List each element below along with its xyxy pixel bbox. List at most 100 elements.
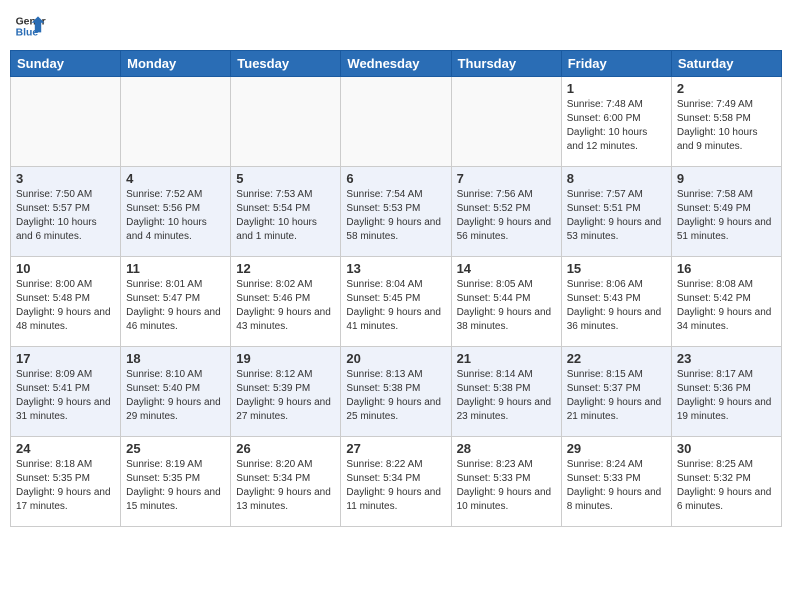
day-info: Sunrise: 8:13 AM Sunset: 5:38 PM Dayligh… [346, 368, 445, 424]
calendar-cell: 21 Sunrise: 8:14 AM Sunset: 5:38 PM Dayli… [451, 347, 561, 437]
day-number: 12 [236, 261, 335, 276]
calendar-cell: 18 Sunrise: 8:10 AM Sunset: 5:40 PM Dayli… [121, 347, 231, 437]
day-number: 13 [346, 261, 445, 276]
day-info: Sunrise: 8:24 AM Sunset: 5:33 PM Dayligh… [567, 458, 666, 514]
day-info: Sunrise: 7:52 AM Sunset: 5:56 PM Dayligh… [126, 188, 225, 244]
calendar-cell: 24 Sunrise: 8:18 AM Sunset: 5:35 PM Dayli… [11, 437, 121, 527]
calendar-cell [451, 77, 561, 167]
week-row-2: 10 Sunrise: 8:00 AM Sunset: 5:48 PM Dayli… [11, 257, 782, 347]
day-number: 8 [567, 171, 666, 186]
calendar-cell: 9 Sunrise: 7:58 AM Sunset: 5:49 PM Daylig… [671, 167, 781, 257]
day-info: Sunrise: 8:18 AM Sunset: 5:35 PM Dayligh… [16, 458, 115, 514]
logo: General Blue [14, 10, 46, 42]
calendar-cell: 14 Sunrise: 8:05 AM Sunset: 5:44 PM Dayli… [451, 257, 561, 347]
calendar-cell: 8Sunrise: 7:57 AM Sunset: 5:51 PM Daylig… [561, 167, 671, 257]
day-info: Sunrise: 8:09 AM Sunset: 5:41 PM Dayligh… [16, 368, 115, 424]
calendar-cell [341, 77, 451, 167]
day-number: 27 [346, 441, 445, 456]
day-number: 10 [16, 261, 115, 276]
day-info: Sunrise: 8:00 AM Sunset: 5:48 PM Dayligh… [16, 278, 115, 334]
day-info: Sunrise: 8:17 AM Sunset: 5:36 PM Dayligh… [677, 368, 776, 424]
day-number: 16 [677, 261, 776, 276]
day-info: Sunrise: 8:23 AM Sunset: 5:33 PM Dayligh… [457, 458, 556, 514]
calendar-cell: 13 Sunrise: 8:04 AM Sunset: 5:45 PM Dayli… [341, 257, 451, 347]
day-number: 14 [457, 261, 556, 276]
day-info: Sunrise: 8:12 AM Sunset: 5:39 PM Dayligh… [236, 368, 335, 424]
day-info: Sunrise: 8:20 AM Sunset: 5:34 PM Dayligh… [236, 458, 335, 514]
calendar-cell: 25Sunrise: 8:19 AM Sunset: 5:35 PM Dayli… [121, 437, 231, 527]
week-row-0: 1 Sunrise: 7:48 AM Sunset: 6:00 PM Daylig… [11, 77, 782, 167]
week-row-4: 24 Sunrise: 8:18 AM Sunset: 5:35 PM Dayli… [11, 437, 782, 527]
day-info: Sunrise: 7:48 AM Sunset: 6:00 PM Dayligh… [567, 98, 666, 154]
calendar-table: SundayMondayTuesdayWednesdayThursdayFrid… [10, 50, 782, 527]
day-info: Sunrise: 7:56 AM Sunset: 5:52 PM Dayligh… [457, 188, 556, 244]
calendar-cell: 29 Sunrise: 8:24 AM Sunset: 5:33 PM Dayli… [561, 437, 671, 527]
calendar-cell: 5 Sunrise: 7:53 AM Sunset: 5:54 PM Daylig… [231, 167, 341, 257]
day-info: Sunrise: 8:02 AM Sunset: 5:46 PM Dayligh… [236, 278, 335, 334]
weekday-header-thursday: Thursday [451, 51, 561, 77]
calendar-cell: 27 Sunrise: 8:22 AM Sunset: 5:34 PM Dayli… [341, 437, 451, 527]
day-info: Sunrise: 8:01 AM Sunset: 5:47 PM Dayligh… [126, 278, 225, 334]
day-number: 6 [346, 171, 445, 186]
day-number: 25 [126, 441, 225, 456]
weekday-header-tuesday: Tuesday [231, 51, 341, 77]
day-number: 5 [236, 171, 335, 186]
calendar-cell: 23 Sunrise: 8:17 AM Sunset: 5:36 PM Dayli… [671, 347, 781, 437]
day-info: Sunrise: 8:08 AM Sunset: 5:42 PM Dayligh… [677, 278, 776, 334]
calendar-cell: 10 Sunrise: 8:00 AM Sunset: 5:48 PM Dayli… [11, 257, 121, 347]
day-number: 23 [677, 351, 776, 366]
calendar-cell [11, 77, 121, 167]
calendar-cell: 6 Sunrise: 7:54 AM Sunset: 5:53 PM Daylig… [341, 167, 451, 257]
calendar-cell: 3 Sunrise: 7:50 AM Sunset: 5:57 PM Daylig… [11, 167, 121, 257]
day-info: Sunrise: 7:53 AM Sunset: 5:54 PM Dayligh… [236, 188, 335, 244]
calendar-cell: 17 Sunrise: 8:09 AM Sunset: 5:41 PM Dayli… [11, 347, 121, 437]
day-info: Sunrise: 8:14 AM Sunset: 5:38 PM Dayligh… [457, 368, 556, 424]
logo-icon: General Blue [14, 10, 46, 42]
day-number: 18 [126, 351, 225, 366]
day-info: Sunrise: 7:58 AM Sunset: 5:49 PM Dayligh… [677, 188, 776, 244]
calendar-cell: 22Sunrise: 8:15 AM Sunset: 5:37 PM Dayli… [561, 347, 671, 437]
day-number: 24 [16, 441, 115, 456]
weekday-header-friday: Friday [561, 51, 671, 77]
weekday-header-wednesday: Wednesday [341, 51, 451, 77]
calendar-cell: 7 Sunrise: 7:56 AM Sunset: 5:52 PM Daylig… [451, 167, 561, 257]
day-number: 15 [567, 261, 666, 276]
week-row-3: 17 Sunrise: 8:09 AM Sunset: 5:41 PM Dayli… [11, 347, 782, 437]
day-number: 29 [567, 441, 666, 456]
day-number: 9 [677, 171, 776, 186]
day-info: Sunrise: 8:10 AM Sunset: 5:40 PM Dayligh… [126, 368, 225, 424]
day-number: 2 [677, 81, 776, 96]
day-number: 7 [457, 171, 556, 186]
calendar-cell: 1 Sunrise: 7:48 AM Sunset: 6:00 PM Daylig… [561, 77, 671, 167]
calendar-cell: 19 Sunrise: 8:12 AM Sunset: 5:39 PM Dayli… [231, 347, 341, 437]
day-info: Sunrise: 8:22 AM Sunset: 5:34 PM Dayligh… [346, 458, 445, 514]
day-number: 3 [16, 171, 115, 186]
weekday-header-monday: Monday [121, 51, 231, 77]
calendar-cell: 26 Sunrise: 8:20 AM Sunset: 5:34 PM Dayli… [231, 437, 341, 527]
day-number: 21 [457, 351, 556, 366]
day-info: Sunrise: 8:06 AM Sunset: 5:43 PM Dayligh… [567, 278, 666, 334]
day-number: 28 [457, 441, 556, 456]
day-info: Sunrise: 7:49 AM Sunset: 5:58 PM Dayligh… [677, 98, 776, 154]
day-info: Sunrise: 7:54 AM Sunset: 5:53 PM Dayligh… [346, 188, 445, 244]
day-info: Sunrise: 8:04 AM Sunset: 5:45 PM Dayligh… [346, 278, 445, 334]
calendar-cell: 20 Sunrise: 8:13 AM Sunset: 5:38 PM Dayli… [341, 347, 451, 437]
day-number: 4 [126, 171, 225, 186]
day-number: 20 [346, 351, 445, 366]
day-number: 11 [126, 261, 225, 276]
day-number: 26 [236, 441, 335, 456]
weekday-header-saturday: Saturday [671, 51, 781, 77]
weekday-header-row: SundayMondayTuesdayWednesdayThursdayFrid… [11, 51, 782, 77]
calendar-cell: 28 Sunrise: 8:23 AM Sunset: 5:33 PM Dayli… [451, 437, 561, 527]
day-number: 17 [16, 351, 115, 366]
day-info: Sunrise: 7:50 AM Sunset: 5:57 PM Dayligh… [16, 188, 115, 244]
week-row-1: 3 Sunrise: 7:50 AM Sunset: 5:57 PM Daylig… [11, 167, 782, 257]
day-number: 19 [236, 351, 335, 366]
calendar-cell: 16 Sunrise: 8:08 AM Sunset: 5:42 PM Dayli… [671, 257, 781, 347]
calendar-cell: 30Sunrise: 8:25 AM Sunset: 5:32 PM Dayli… [671, 437, 781, 527]
day-number: 1 [567, 81, 666, 96]
calendar-cell: 2 Sunrise: 7:49 AM Sunset: 5:58 PM Daylig… [671, 77, 781, 167]
page-header: General Blue [10, 10, 782, 42]
day-number: 30 [677, 441, 776, 456]
day-info: Sunrise: 8:05 AM Sunset: 5:44 PM Dayligh… [457, 278, 556, 334]
